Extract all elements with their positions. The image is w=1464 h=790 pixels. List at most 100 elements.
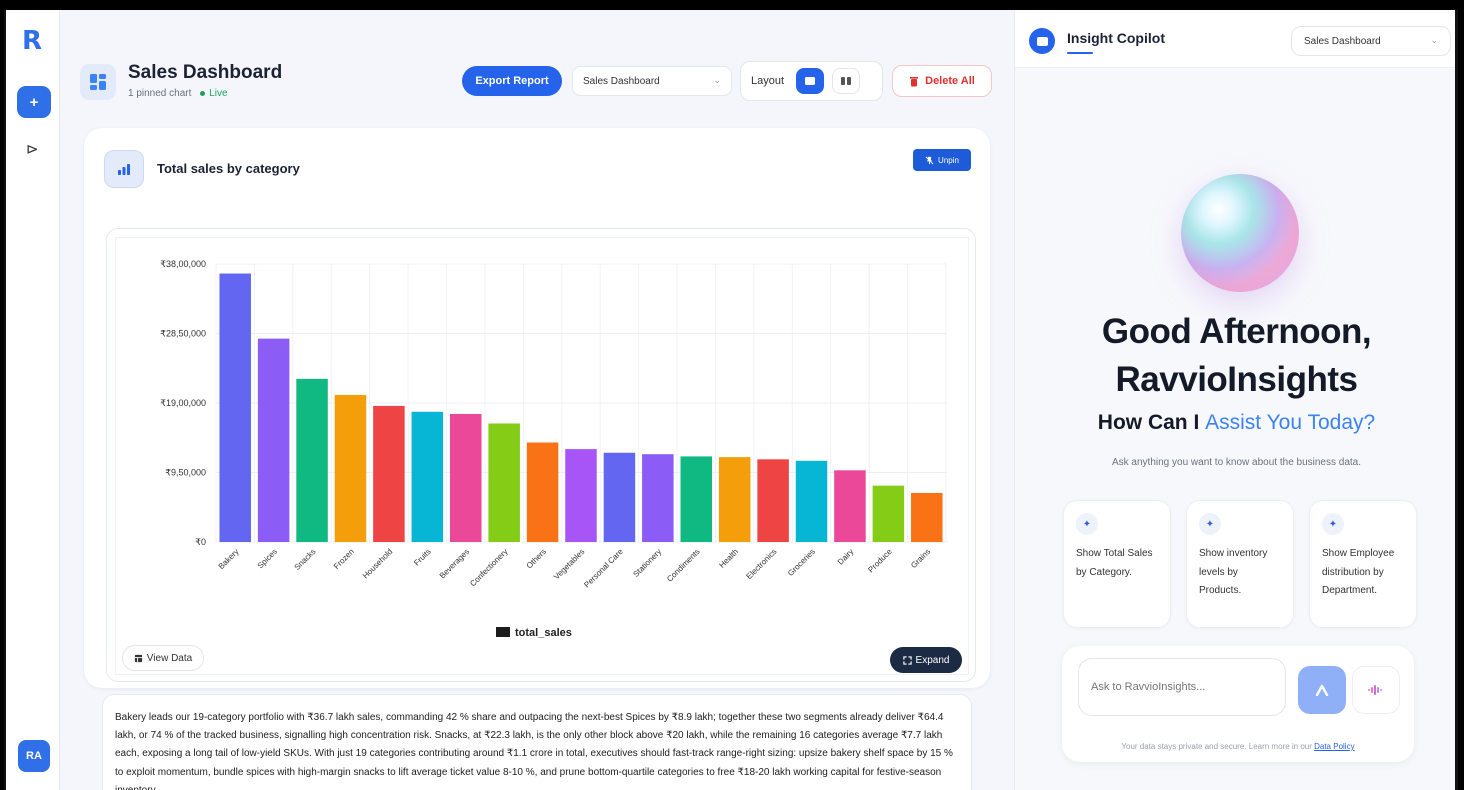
pinned-count: 1 pinned chart [128, 88, 192, 99]
live-status-badge: Live [200, 88, 227, 99]
assist-hint: Ask anything you want to know about the … [1111, 457, 1362, 468]
unpin-icon [925, 156, 934, 164]
bar [334, 394, 367, 542]
insight-summary-card: Bakery leads our 19-category portfolio w… [102, 694, 972, 790]
legend-label: total_sales [515, 627, 572, 639]
bar [757, 459, 789, 542]
x-tick-label: Others [525, 547, 548, 570]
x-tick-label: Health [717, 547, 740, 570]
suggestion-card-2[interactable]: ✦ Show inventory levels by Products. [1186, 500, 1294, 628]
dashboard-select-value: Sales Dashboard [583, 75, 660, 87]
copilot-panel: Insight Copilot Sales Dashboard ⌄ Good A… [1014, 10, 1455, 790]
suggestion-text: Show Employee distribution by Department… [1322, 548, 1395, 596]
x-tick-label: Stationery [631, 547, 663, 579]
bar [219, 273, 251, 542]
bar [257, 338, 290, 542]
table-icon [134, 654, 142, 662]
waveform-icon [1368, 685, 1382, 695]
bar-chart-icon [104, 150, 144, 188]
y-tick-label: ₹0 [195, 537, 206, 547]
suggestion-text: Show inventory levels by Products. [1199, 548, 1268, 596]
ask-composer: Your data stays private and secure. Lear… [1062, 646, 1414, 762]
page-title: Sales Dashboard [128, 62, 283, 83]
layout-split-button[interactable] [832, 68, 861, 94]
y-tick-label: ₹19,00,000 [160, 398, 206, 408]
voice-input-button[interactable] [1352, 666, 1400, 714]
x-tick-label: Confectionery [468, 547, 509, 588]
suggestion-card-3[interactable]: ✦ Show Employee distribution by Departme… [1309, 500, 1417, 628]
single-column-icon [805, 77, 816, 85]
x-tick-label: Personal Care [582, 547, 625, 590]
avatar[interactable]: RA [18, 740, 50, 772]
copilot-dashboard-select[interactable]: Sales Dashboard ⌄ [1291, 26, 1451, 56]
chevron-down-icon: ⌄ [1430, 36, 1438, 46]
suggestion-card-1[interactable]: ✦ Show Total Sales by Category. [1063, 500, 1171, 628]
x-tick-label: Vegetables [552, 547, 586, 581]
app-window: R + ⊳ RA Sales Dashboard 1 pinned chart … [4, 10, 1458, 790]
bar [642, 454, 674, 542]
layout-label: Layout [751, 75, 785, 87]
view-data-button[interactable]: View Data [122, 645, 204, 671]
view-data-label: View Data [146, 652, 193, 664]
expand-label: Expand [915, 654, 950, 666]
chart-title: Total sales by category [157, 161, 300, 176]
insight-text: Bakery leads our 19-category portfolio w… [115, 712, 953, 790]
copilot-logo-icon [1029, 28, 1055, 54]
trash-icon [910, 76, 919, 86]
x-tick-label: Fruits [412, 547, 433, 568]
sparkle-icon: ✦ [1076, 513, 1098, 535]
chevron-down-icon: ⌄ [713, 76, 721, 86]
copilot-header: Insight Copilot Sales Dashboard ⌄ [1015, 10, 1455, 68]
export-report-button[interactable]: Export Report [462, 66, 562, 96]
dashboard-select[interactable]: Sales Dashboard ⌄ [572, 66, 732, 96]
privacy-note: Your data stays private and secure. Lear… [1062, 742, 1414, 751]
page-subtitle: 1 pinned chart Live [128, 88, 228, 99]
bar [795, 460, 828, 542]
data-policy-link[interactable]: Data Policy [1314, 742, 1354, 751]
unpin-button[interactable]: Unpin [913, 149, 971, 171]
send-button[interactable] [1298, 666, 1346, 714]
x-tick-label: Beverages [438, 547, 471, 580]
expand-button[interactable]: Expand [890, 647, 962, 673]
unpin-label: Unpin [938, 155, 959, 165]
bar [718, 457, 751, 542]
privacy-text: Your data stays private and secure. Lear… [1121, 742, 1315, 751]
chart-card: Total sales by category Unpin ₹0 ₹9,50,00… [84, 128, 990, 688]
delete-all-button[interactable]: Delete All [892, 65, 992, 97]
chart-plot-frame: ₹0 ₹9,50,000 ₹19,00,000 ₹28,50,000 ₹38,00,00… [115, 237, 969, 675]
bar [526, 442, 559, 542]
layout-toggle: Layout [740, 61, 883, 101]
x-tick-label: Condiments [665, 547, 702, 584]
expand-icon [902, 655, 912, 665]
expand-sidebar-icon[interactable]: ⊳ [26, 140, 39, 158]
copilot-dashboard-select-value: Sales Dashboard [1304, 35, 1381, 47]
bar [411, 411, 444, 542]
y-tick-label: ₹38,00,000 [160, 259, 206, 269]
bar [449, 413, 482, 542]
greeting-line-2: RavvioInsights [1115, 360, 1358, 399]
bar [373, 405, 405, 542]
x-tick-label: Bakery [217, 547, 241, 571]
x-tick-label: Household [361, 547, 394, 580]
y-tick-label: ₹28,50,000 [160, 329, 206, 339]
bar [911, 492, 943, 542]
x-tick-label: Spices [256, 547, 279, 570]
sparkle-icon: ✦ [1322, 513, 1344, 535]
x-tick-label: Groceries [786, 547, 817, 578]
ask-input[interactable] [1078, 658, 1286, 716]
greeting-line-1: Good Afternoon, [1101, 312, 1372, 351]
x-tick-label: Produce [866, 547, 894, 575]
bar [834, 470, 866, 542]
delete-all-label: Delete All [925, 75, 975, 87]
x-tick-label: Grains [909, 547, 932, 570]
sparkle-icon: ✦ [1199, 513, 1221, 535]
new-chat-button[interactable]: + [17, 86, 51, 118]
two-column-icon [841, 77, 852, 85]
chart-container: ₹0 ₹9,50,000 ₹19,00,000 ₹28,50,000 ₹38,00,00… [106, 228, 976, 682]
layout-single-button[interactable] [796, 68, 825, 94]
x-tick-label: Electronics [744, 547, 778, 581]
copilot-title-underline [1067, 52, 1093, 54]
dashboard-icon [80, 64, 116, 100]
x-tick-label: Frozen [332, 547, 356, 571]
y-tick-label: ₹9,50,000 [165, 468, 206, 478]
